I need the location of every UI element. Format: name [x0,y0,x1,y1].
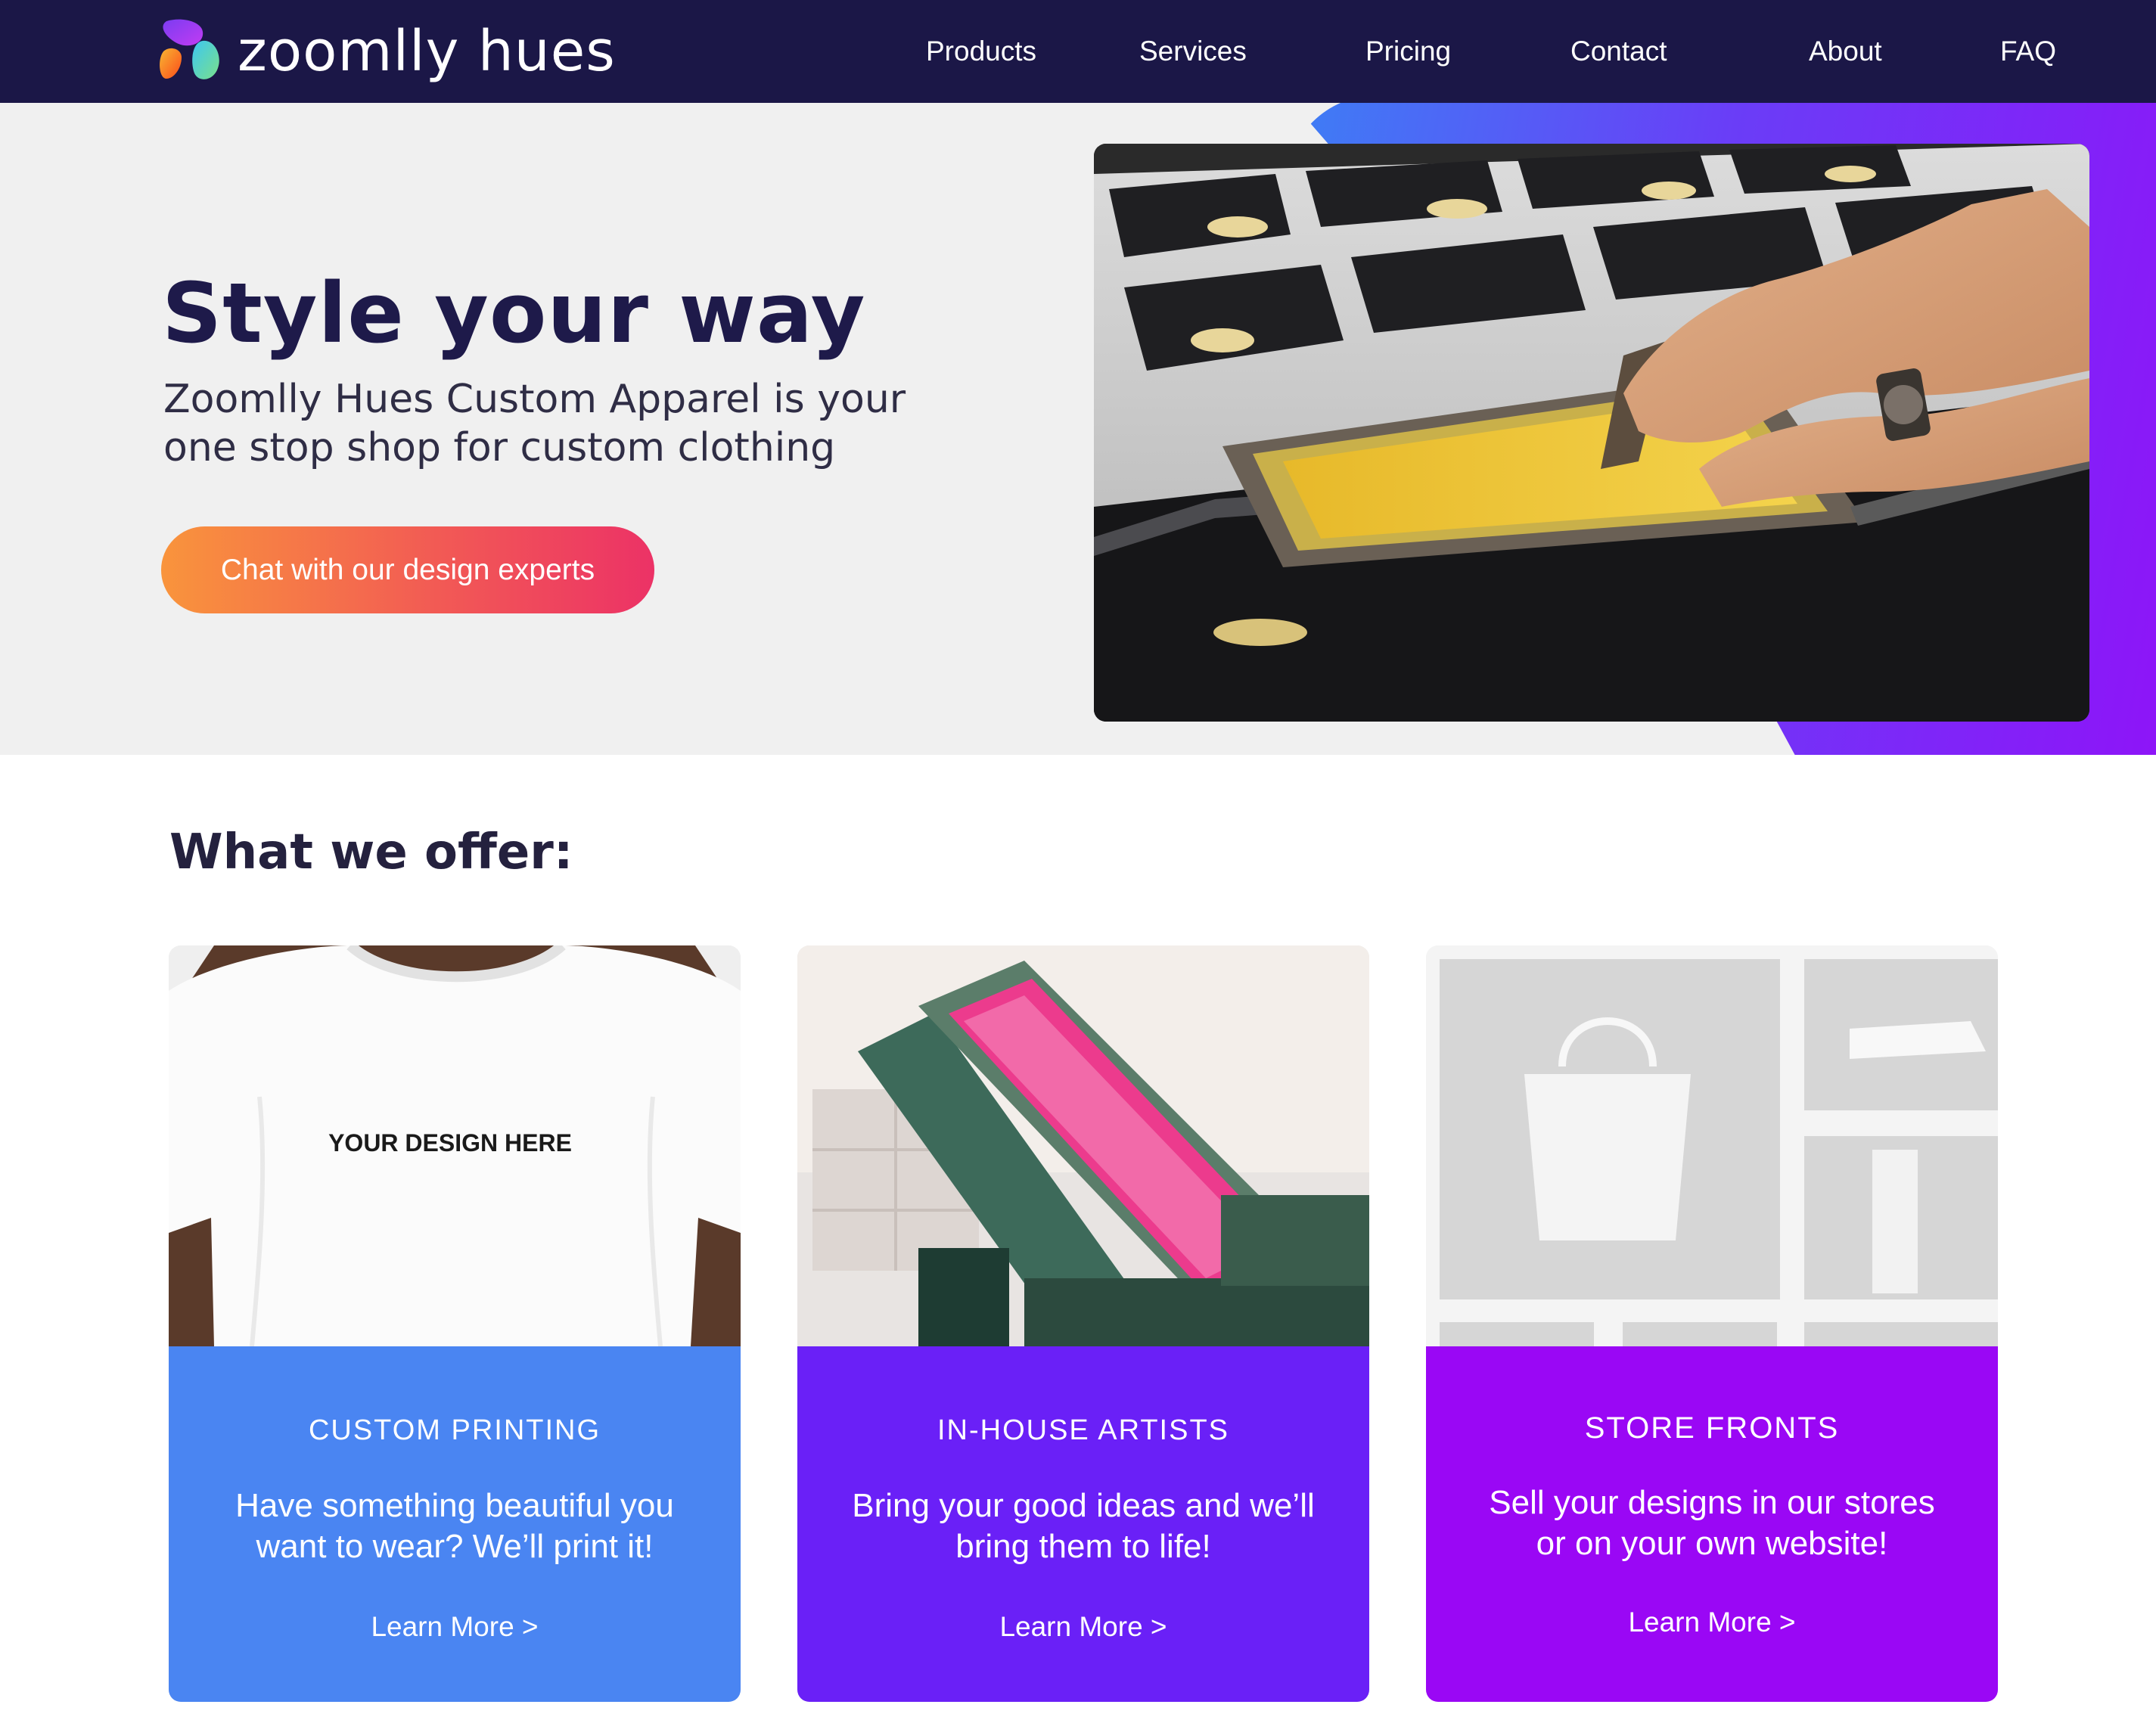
tshirt-mockup-image: YOUR DESIGN HERE [169,945,741,1346]
card-body: STORE FRONTS Sell your designs in our st… [1426,1346,1998,1702]
logo-icon [160,19,219,79]
screen-press-image [797,945,1369,1346]
card-body: IN-HOUSE ARTISTS Bring your good ideas a… [797,1346,1369,1702]
storefront-grid-image [1426,945,1998,1346]
card-description: Sell your designs in our stores or on yo… [1489,1484,1935,1562]
card-in-house-artists[interactable]: IN-HOUSE ARTISTS Bring your good ideas a… [797,945,1369,1702]
card-custom-printing[interactable]: YOUR DESIGN HERE CUSTOM PRINTING Have so… [169,945,741,1702]
hero-screen-printing-photo [1094,144,2089,722]
hero-photo-illustration [1094,144,2089,722]
logo[interactable]: zoomlly hues [159,17,616,86]
nav-faq[interactable]: FAQ [2000,30,2056,73]
card-description: Bring your good ideas and we’ll bring th… [852,1487,1315,1565]
card-title: STORE FRONTS [1584,1411,1840,1445]
card-store-fronts[interactable]: STORE FRONTS Sell your designs in our st… [1426,945,1998,1702]
hero-section: Style your way Zoomlly Hues Custom Appar… [0,103,2156,755]
design-placeholder-text: YOUR DESIGN HERE [328,1129,572,1156]
navbar: zoomlly hues Products Services Pricing C… [0,0,2156,103]
learn-more-link[interactable]: Learn More > [169,1611,741,1643]
card-description: Have something beautiful you want to wea… [235,1487,674,1565]
hero-title: Style your way [162,265,866,362]
nav-contact[interactable]: Contact [1570,30,1667,73]
brand-name: zoomlly hues [238,19,616,84]
learn-more-link[interactable]: Learn More > [797,1611,1369,1643]
learn-more-link[interactable]: Learn More > [1426,1607,1998,1638]
page: zoomlly hues Products Services Pricing C… [0,0,2156,1720]
nav-products[interactable]: Products [926,30,1036,73]
nav-about[interactable]: About [1809,30,1882,73]
nav-services[interactable]: Services [1139,30,1247,73]
chat-with-experts-button[interactable]: Chat with our design experts [161,526,654,613]
offer-heading: What we offer: [169,824,573,880]
card-body: CUSTOM PRINTING Have something beautiful… [169,1346,741,1702]
hero-subtitle: Zoomlly Hues Custom Apparel is your one … [163,377,906,470]
card-title: IN-HOUSE ARTISTS [937,1414,1230,1446]
nav-pricing[interactable]: Pricing [1365,30,1451,73]
card-title: CUSTOM PRINTING [308,1414,601,1446]
